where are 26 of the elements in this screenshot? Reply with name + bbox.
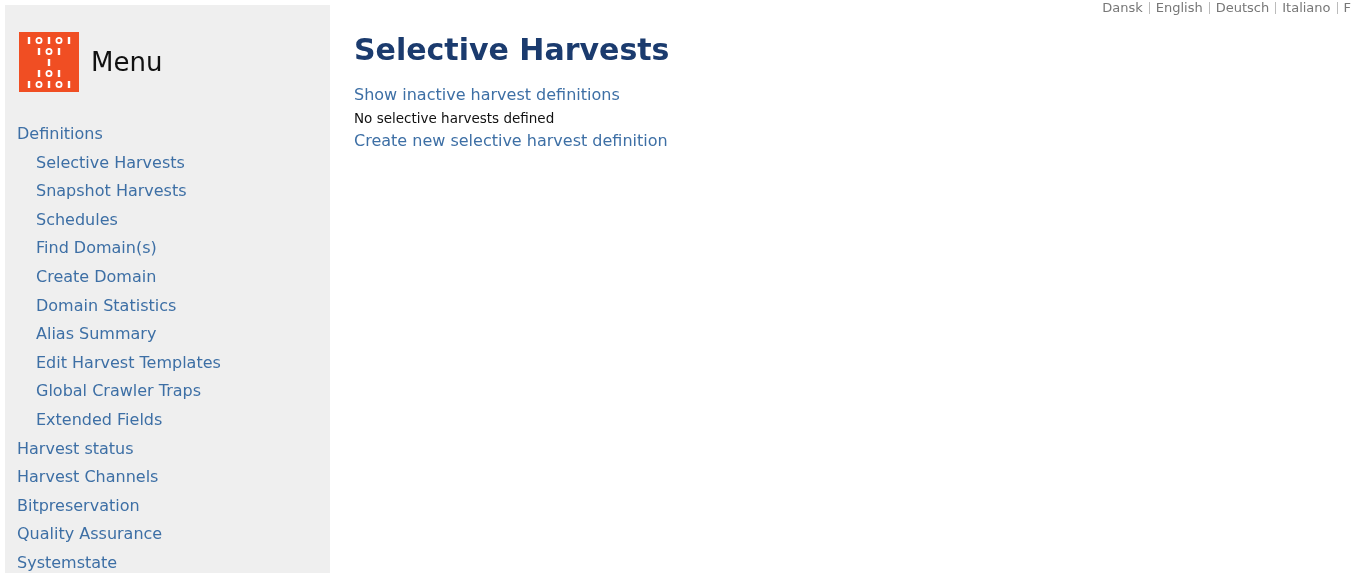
language-link[interactable]: English — [1155, 0, 1203, 16]
language-link[interactable]: Italiano — [1282, 0, 1331, 16]
menu-link[interactable]: Extended Fields — [17, 405, 163, 435]
menu-title: Menu — [91, 47, 163, 77]
menu-link[interactable]: Create Domain — [17, 262, 157, 292]
menu-link[interactable]: Domain Statistics — [17, 291, 177, 321]
menu-link[interactable]: Edit Harvest Templates — [17, 348, 221, 378]
menu-link[interactable]: Schedules — [17, 205, 118, 235]
binary-logo-icon — [19, 32, 79, 92]
menu-link[interactable]: Find Domain(s) — [17, 234, 157, 263]
menu-link[interactable]: Bitpreservation — [17, 491, 140, 521]
menu-link[interactable]: Selective Harvests — [17, 148, 185, 178]
create-definition-link[interactable]: Create new selective harvest definition — [354, 129, 668, 153]
menu-link[interactable]: Quality Assurance — [17, 520, 163, 549]
menu-link[interactable]: Systemstate — [17, 548, 118, 573]
language-link[interactable]: Deutsch — [1215, 0, 1270, 16]
menu-link[interactable]: Harvest status — [17, 434, 134, 464]
menu-link[interactable]: Definitions — [17, 120, 103, 149]
menu-link[interactable]: Global Crawler Traps — [17, 377, 201, 406]
language-link[interactable]: F — [1343, 0, 1351, 16]
language-link[interactable]: Dansk — [1102, 0, 1143, 16]
menu-link[interactable]: Alias Summary — [17, 320, 157, 349]
menu-link[interactable]: Snapshot Harvests — [17, 177, 187, 206]
menu-link[interactable]: Harvest Channels — [17, 463, 159, 492]
page-heading: Selective Harvests — [354, 32, 671, 67]
empty-message: No selective harvests defined — [354, 109, 555, 128]
